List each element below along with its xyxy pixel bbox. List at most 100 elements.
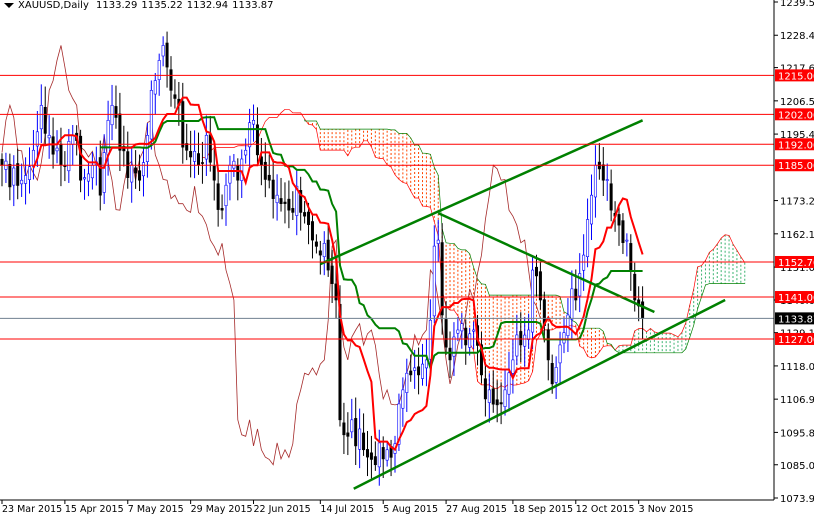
candle-body xyxy=(562,332,566,344)
candle-body xyxy=(204,134,208,160)
candle-body xyxy=(267,174,271,181)
candle-body xyxy=(464,327,468,346)
candle-body xyxy=(589,194,593,225)
candle-body xyxy=(181,101,185,148)
price-tick-label: 1239.50 xyxy=(780,0,814,9)
candle-body xyxy=(334,283,338,301)
candle-body xyxy=(248,122,252,148)
candle-body xyxy=(126,151,130,178)
candle-body xyxy=(554,367,558,383)
candle-body xyxy=(307,211,311,225)
candle-body xyxy=(212,165,216,181)
candle-body xyxy=(287,198,291,211)
candle-body xyxy=(326,239,330,271)
candle-body xyxy=(487,389,491,403)
candle-body xyxy=(322,243,326,258)
candle-body xyxy=(413,367,417,371)
current-price-tag: 1133.87 xyxy=(778,314,814,325)
candle-body xyxy=(130,164,134,183)
time-tick-label: 18 Sep 2015 xyxy=(513,504,573,515)
candle-body xyxy=(460,323,464,332)
level-price-tag: 1141.00 xyxy=(778,293,814,304)
candle-body xyxy=(417,366,421,376)
candle-body xyxy=(303,212,307,217)
candle-body xyxy=(377,442,381,468)
candle-body xyxy=(193,150,197,162)
candle-body xyxy=(279,198,283,204)
candle-body xyxy=(43,106,47,134)
time-tick-label: 29 May 2015 xyxy=(191,504,253,515)
candle-body xyxy=(617,214,621,226)
candle-body xyxy=(483,378,487,400)
candle-body xyxy=(12,167,16,186)
low-value: 1132.94 xyxy=(186,0,229,11)
candle-body xyxy=(362,432,366,451)
candle-body xyxy=(421,363,425,379)
candle-body xyxy=(114,106,118,118)
candle-body xyxy=(224,184,228,206)
candle-body xyxy=(291,208,295,213)
candle-body xyxy=(197,153,201,166)
candle-body xyxy=(527,329,531,340)
candle-body xyxy=(495,399,499,406)
candle-body xyxy=(346,432,350,437)
candle-body xyxy=(621,220,625,243)
candle-body xyxy=(118,113,122,151)
time-tick-label: 5 Aug 2015 xyxy=(383,504,438,515)
candle-body xyxy=(228,164,232,184)
candle-body xyxy=(20,179,24,185)
candle-body xyxy=(593,164,597,198)
lower-support-trendline xyxy=(353,298,726,490)
candle-body xyxy=(189,151,193,158)
candle-body xyxy=(444,319,448,348)
chikou-span-line xyxy=(1,45,541,466)
candle-body xyxy=(491,388,495,405)
candle-body xyxy=(79,135,83,181)
candle-body xyxy=(208,134,212,163)
candle-body xyxy=(67,141,71,172)
plot-area xyxy=(0,31,746,490)
candle-body xyxy=(83,177,87,180)
candle-body xyxy=(330,265,334,284)
candle-body xyxy=(354,418,358,447)
candle-body xyxy=(570,288,574,320)
candle-body xyxy=(586,219,590,257)
candle-body xyxy=(405,372,409,393)
candle-body xyxy=(511,359,515,374)
candle-body xyxy=(385,449,389,461)
candle-body xyxy=(609,183,613,211)
candle-body xyxy=(350,419,354,433)
candle-body xyxy=(110,105,114,126)
time-tick-label: 22 Jun 2015 xyxy=(254,504,311,515)
candle-body xyxy=(373,456,377,466)
level-price-tag: 1215.00 xyxy=(778,71,814,82)
close-value: 1133.87 xyxy=(232,0,274,11)
time-tick-label: 27 Aug 2015 xyxy=(446,504,507,515)
candle-body xyxy=(141,162,145,177)
candle-body xyxy=(409,370,413,376)
price-chart[interactable]: 1239.501228.401217.601206.501195.401173.… xyxy=(0,0,814,516)
candle-body xyxy=(523,334,527,347)
candle-body xyxy=(51,136,55,155)
candle-body xyxy=(90,164,94,179)
candle-body xyxy=(582,254,586,271)
candle-body xyxy=(47,134,51,139)
candle-body xyxy=(106,120,110,156)
candle-body xyxy=(507,372,511,395)
candle-body xyxy=(98,157,102,196)
candle-body xyxy=(24,175,28,184)
candle-body xyxy=(59,143,63,166)
candle-body xyxy=(314,241,318,247)
level-price-tag: 1127.00 xyxy=(778,335,814,346)
high-value: 1135.22 xyxy=(141,0,183,11)
candle-body xyxy=(601,164,605,181)
candle-body xyxy=(538,271,542,301)
time-tick-label: 7 May 2015 xyxy=(128,504,184,515)
candle-body xyxy=(456,329,460,334)
price-tick-label: 1162.10 xyxy=(780,230,814,241)
candle-body xyxy=(633,273,637,301)
candle-body xyxy=(16,163,20,186)
dropdown-triangle-icon[interactable] xyxy=(4,2,14,8)
candle-body xyxy=(173,94,177,99)
candle-body xyxy=(472,329,476,332)
